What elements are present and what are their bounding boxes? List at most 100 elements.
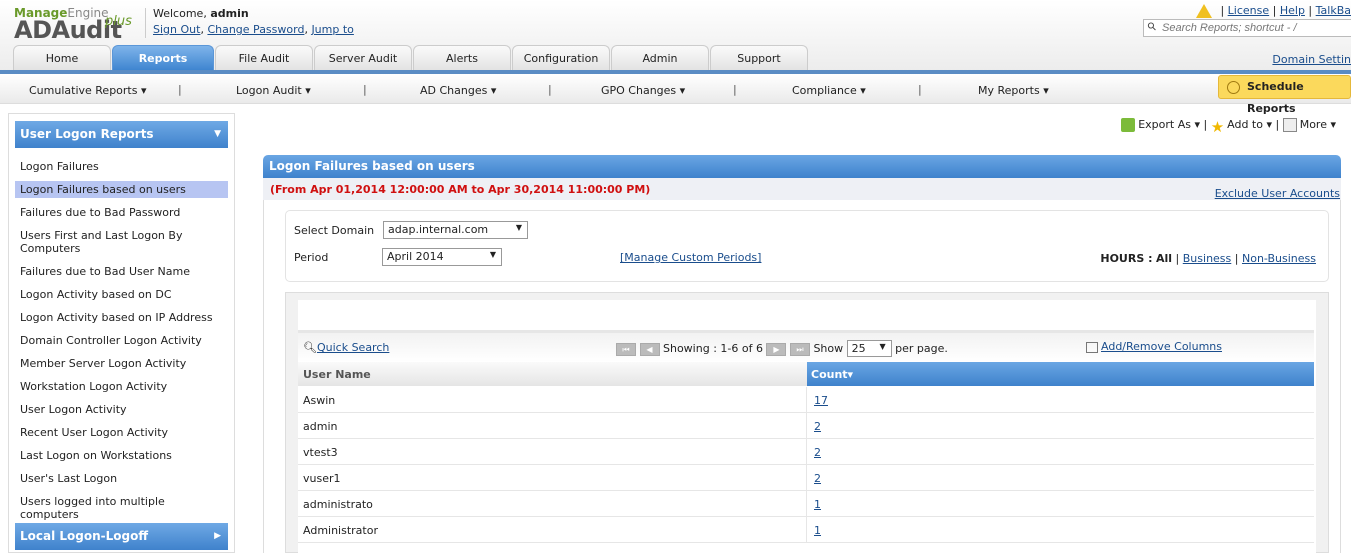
tab-file-audit[interactable]: File Audit — [215, 45, 313, 70]
prev-page-icon[interactable]: ◀ — [639, 342, 660, 356]
menu-ad-changes[interactable]: AD Changes ▾ — [420, 84, 496, 97]
sidebar-item[interactable]: Logon Activity based on IP Address — [15, 309, 228, 326]
user-name-cell: vuser1 — [303, 472, 341, 485]
count-link[interactable]: 17 — [814, 394, 828, 407]
sidebar-item[interactable]: Failures due to Bad Password — [15, 204, 228, 221]
next-page-icon[interactable]: ▶ — [766, 342, 787, 356]
manage-custom-periods-link[interactable]: [Manage Custom Periods] — [620, 251, 761, 264]
sidebar-item[interactable]: User's Last Logon — [15, 470, 228, 487]
main-tabs: Home Reports File Audit Server Audit Ale… — [13, 45, 809, 70]
show-label: Show — [813, 342, 844, 355]
sidebar-item[interactable]: Recent User Logon Activity — [15, 424, 228, 441]
username: admin — [210, 7, 249, 20]
sidebar-item[interactable]: Last Logon on Workstations — [15, 447, 228, 464]
sidebar-section-local-logon-logoff[interactable]: Local Logon-Logoff ▶ — [15, 523, 228, 550]
divider — [145, 8, 146, 38]
welcome-label: Welcome, — [153, 7, 207, 20]
schedule-reports-button[interactable]: Schedule Reports — [1218, 75, 1351, 115]
sidebar-item[interactable]: Domain Controller Logon Activity — [15, 332, 228, 349]
count-link[interactable]: 2 — [814, 420, 821, 433]
separator: | — [733, 83, 737, 96]
sign-out-link[interactable]: Sign Out — [153, 23, 200, 36]
separator: | — [363, 83, 367, 96]
menu-my-reports[interactable]: My Reports ▾ — [978, 84, 1049, 97]
warning-icon[interactable] — [1196, 4, 1213, 18]
section-title: Local Logon-Logoff — [20, 529, 149, 543]
sidebar-item[interactable]: Users logged into multiple computers — [15, 493, 228, 523]
welcome-text: Welcome, admin — [153, 7, 249, 20]
tab-reports[interactable]: Reports — [112, 45, 214, 70]
license-link[interactable]: License — [1228, 4, 1269, 17]
divider — [806, 439, 807, 465]
tab-admin[interactable]: Admin — [611, 45, 709, 70]
tab-configuration[interactable]: Configuration — [512, 45, 610, 70]
menu-compliance[interactable]: Compliance ▾ — [792, 84, 866, 97]
column-user-name[interactable]: User Name — [303, 368, 371, 381]
sidebar-item[interactable]: Logon Activity based on DC — [15, 286, 228, 303]
user-name-cell: Aswin — [303, 394, 336, 407]
count-link[interactable]: 2 — [814, 472, 821, 485]
search-input[interactable]: Search Reports; shortcut - / — [1143, 19, 1351, 37]
menu-logon-audit[interactable]: Logon Audit ▾ — [236, 84, 311, 97]
export-icon — [1121, 118, 1136, 132]
domain-settings-link[interactable]: Domain Settin — [1272, 53, 1351, 66]
star-icon: ★ — [1210, 118, 1225, 136]
quick-search-button[interactable]: 🔍︎Quick Search — [303, 341, 389, 354]
sidebar-section-user-logon-reports[interactable]: User Logon Reports ▼ — [15, 121, 228, 148]
sidebar-item[interactable]: Member Server Logon Activity — [15, 355, 228, 372]
separator: | — [548, 83, 552, 96]
jump-to-link[interactable]: Jump to — [311, 23, 353, 36]
hours-non-business-link[interactable]: Non-Business — [1242, 252, 1316, 265]
edit-columns-icon — [1086, 341, 1098, 353]
per-page-select[interactable]: 25 — [846, 340, 892, 357]
menu-cumulative-reports[interactable]: Cumulative Reports ▾ — [29, 84, 147, 97]
sub-navigation: Cumulative Reports ▾ | Logon Audit ▾ | A… — [0, 74, 1351, 104]
hours-label: HOURS : — [1100, 252, 1153, 265]
separator: | — [918, 83, 922, 96]
quick-search-link[interactable]: Quick Search — [317, 341, 389, 354]
tab-alerts[interactable]: Alerts — [413, 45, 511, 70]
grid-toolbar: 🔍︎Quick Search ⏮ ◀ Showing : 1-6 of 6 ▶ … — [298, 330, 1314, 362]
tab-server-audit[interactable]: Server Audit — [314, 45, 412, 70]
sidebar-item[interactable]: Failures due to Bad User Name — [15, 263, 228, 280]
add-remove-columns-link[interactable]: Add/Remove Columns — [1101, 340, 1222, 353]
divider — [806, 465, 807, 491]
period-select[interactable]: April 2014 — [382, 248, 502, 266]
hours-all[interactable]: All — [1156, 252, 1172, 265]
report-date-range: (From Apr 01,2014 12:00:00 AM to Apr 30,… — [263, 178, 1341, 200]
add-remove-columns-button[interactable]: Add/Remove Columns — [1086, 340, 1222, 353]
talkback-link[interactable]: TalkBa — [1316, 4, 1351, 17]
sidebar-item[interactable]: Workstation Logon Activity — [15, 378, 228, 395]
tab-home[interactable]: Home — [13, 45, 111, 70]
sidebar-item[interactable]: Users First and Last Logon By Computers — [15, 227, 228, 257]
exclude-user-accounts-link[interactable]: Exclude User Accounts — [1215, 187, 1340, 200]
search-icon: 🔍︎ — [303, 341, 317, 354]
sidebar-item[interactable]: Logon Failures — [15, 158, 228, 175]
sidebar-item[interactable]: User Logon Activity — [15, 401, 228, 418]
user-name-cell: administrato — [303, 498, 373, 511]
sidebar: User Logon Reports ▼ Logon Failures Logon … — [8, 113, 235, 553]
user-name-cell: admin — [303, 420, 338, 433]
count-link[interactable]: 2 — [814, 446, 821, 459]
last-page-icon[interactable]: ⏭ — [789, 342, 810, 356]
column-count[interactable]: Count▾ — [807, 362, 1314, 386]
menu-gpo-changes[interactable]: GPO Changes ▾ — [601, 84, 685, 97]
change-password-link[interactable]: Change Password — [207, 23, 304, 36]
chevron-right-icon: ▶ — [214, 531, 221, 541]
divider — [806, 387, 807, 413]
tab-support[interactable]: Support — [710, 45, 808, 70]
add-to-button[interactable]: ★ Add to ▾ — [1210, 118, 1272, 136]
count-link[interactable]: 1 — [814, 498, 821, 511]
filter-box: Select Domain adap.internal.com Period A… — [285, 210, 1329, 282]
per-page-label: per page. — [895, 342, 948, 355]
count-link[interactable]: 1 — [814, 524, 821, 537]
help-link[interactable]: Help — [1280, 4, 1305, 17]
table-row: vuser1 2 — [298, 465, 1314, 491]
sidebar-item[interactable]: Logon Failures based on users — [15, 181, 228, 198]
report-toolbar: Export As ▾ | ★ Add to ▾ | More ▾ — [1121, 118, 1336, 136]
hours-business-link[interactable]: Business — [1183, 252, 1232, 265]
more-button[interactable]: More ▾ — [1282, 118, 1336, 132]
export-button[interactable]: Export As ▾ — [1121, 118, 1200, 132]
first-page-icon[interactable]: ⏮ — [616, 342, 636, 356]
domain-select[interactable]: adap.internal.com — [383, 221, 528, 239]
